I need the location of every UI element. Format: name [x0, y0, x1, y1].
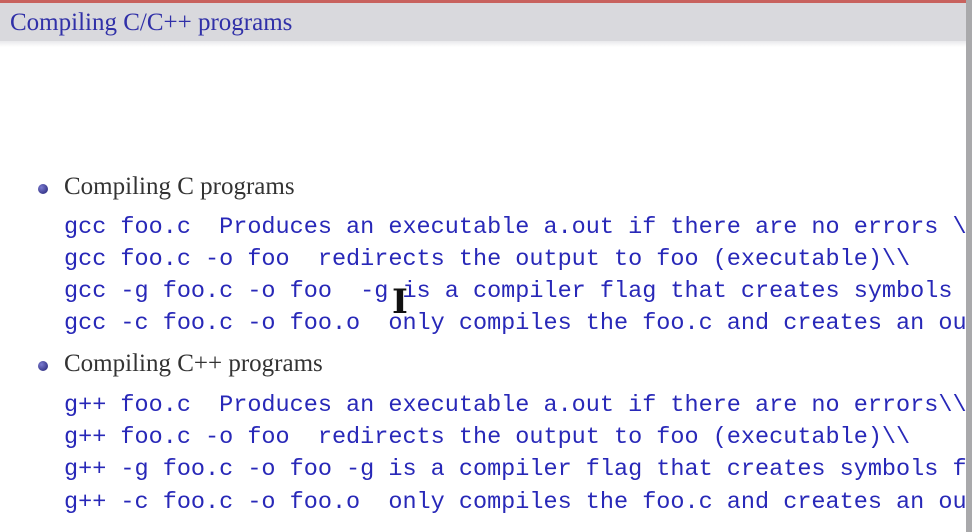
bullet-icon: [38, 361, 48, 371]
slide-header: Compiling C/C++ programs: [0, 3, 966, 41]
slide-title: Compiling C/C++ programs: [10, 9, 293, 36]
code-line: g++ -g foo.c -o foo -g is a compiler fla…: [64, 456, 966, 483]
bullet-icon: [38, 184, 48, 194]
code-line: gcc foo.c Produces an executable a.out i…: [64, 214, 966, 241]
code-line: g++ foo.c Produces an executable a.out i…: [64, 392, 966, 419]
code-line: g++ foo.c -o foo redirects the output to…: [64, 424, 911, 451]
code-line: gcc -c foo.c -o foo.o only compiles the …: [64, 310, 966, 337]
scrollbar[interactable]: [966, 0, 972, 532]
header-shadow: [0, 41, 966, 47]
code-line: gcc -g foo.c -o foo -g is a compiler fla…: [64, 278, 953, 305]
code-line: g++ -c foo.c -o foo.o only compiles the …: [64, 489, 966, 516]
text-cursor-icon: I: [392, 282, 408, 322]
code-line: gcc foo.c -o foo redirects the output to…: [64, 246, 911, 273]
section-heading-c: Compiling C programs: [64, 173, 295, 200]
section-heading-cpp: Compiling C++ programs: [64, 350, 323, 377]
